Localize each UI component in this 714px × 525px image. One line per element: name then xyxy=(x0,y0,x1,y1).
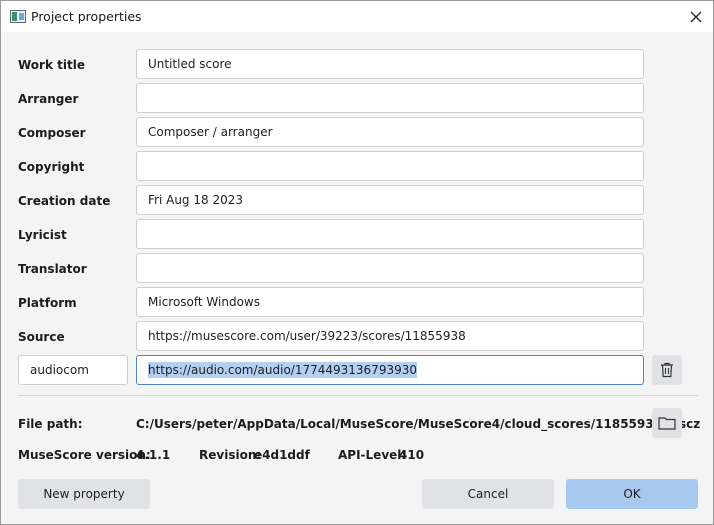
copyright-field[interactable] xyxy=(136,151,644,181)
close-button[interactable] xyxy=(683,5,709,29)
source-field[interactable]: https://musescore.com/user/39223/scores/… xyxy=(136,321,644,351)
trash-icon xyxy=(661,362,673,378)
custom-property-key-field[interactable]: audiocom xyxy=(18,355,128,385)
file-path-value: C:/Users/peter/AppData/Local/MuseScore/M… xyxy=(136,417,701,431)
label-translator: Translator xyxy=(18,262,87,276)
api-level-value: 410 xyxy=(399,448,425,462)
label-copyright: Copyright xyxy=(18,160,85,174)
window-title: Project properties xyxy=(31,9,142,24)
revision-value: e4d1ddf xyxy=(254,448,310,462)
custom-property-value-field[interactable]: https://audio.com/audio/1774493136793930 xyxy=(136,355,644,385)
lyricist-field[interactable] xyxy=(136,219,644,249)
revision-label: Revision: xyxy=(199,448,262,462)
separator xyxy=(18,395,698,396)
folder-icon xyxy=(658,417,676,430)
label-platform: Platform xyxy=(18,296,77,310)
version-label: MuseScore version: xyxy=(18,448,151,462)
new-property-button[interactable]: New property xyxy=(18,479,150,509)
creation-date-field[interactable]: Fri Aug 18 2023 xyxy=(136,185,644,215)
api-level-label: API-Level: xyxy=(338,448,407,462)
label-source: Source xyxy=(18,330,65,344)
version-value: 4.1.1 xyxy=(136,448,171,462)
browse-folder-button[interactable] xyxy=(652,408,682,438)
project-properties-dialog: Project properties Work title Untitled s… xyxy=(0,0,714,525)
delete-property-button[interactable] xyxy=(652,355,682,385)
label-lyricist: Lyricist xyxy=(18,228,67,242)
platform-field[interactable]: Microsoft Windows xyxy=(136,287,644,317)
file-path-label: File path: xyxy=(18,417,83,431)
selected-text: https://audio.com/audio/1774493136793930 xyxy=(148,362,417,378)
musescore-app-icon xyxy=(10,10,26,23)
translator-field[interactable] xyxy=(136,253,644,283)
ok-button[interactable]: OK xyxy=(566,479,698,509)
cancel-button[interactable]: Cancel xyxy=(422,479,554,509)
label-composer: Composer xyxy=(18,126,86,140)
title-bar: Project properties xyxy=(1,1,713,32)
composer-field[interactable]: Composer / arranger xyxy=(136,117,644,147)
label-creation-date: Creation date xyxy=(18,194,111,208)
label-work-title: Work title xyxy=(18,58,85,72)
label-arranger: Arranger xyxy=(18,92,79,106)
work-title-field[interactable]: Untitled score xyxy=(136,49,644,79)
arranger-field[interactable] xyxy=(136,83,644,113)
close-icon xyxy=(690,11,702,23)
